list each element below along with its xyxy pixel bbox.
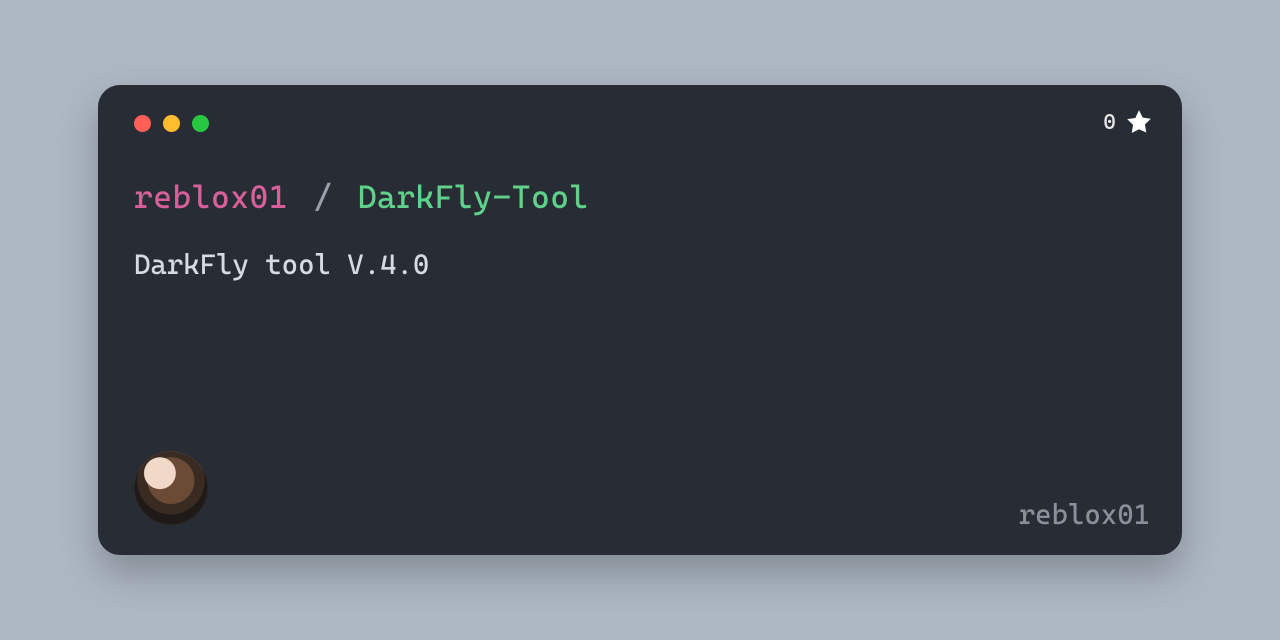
repo-description: DarkFly tool V.4.0 [134, 248, 1146, 281]
repo-owner[interactable]: reblox01 [134, 178, 288, 216]
footer-username: reblox01 [1019, 498, 1150, 531]
star-count: 0 [1103, 110, 1116, 135]
repo-card: 0 reblox01 / DarkFly-Tool DarkFly tool V… [98, 85, 1182, 555]
repo-title: reblox01 / DarkFly-Tool [134, 178, 1146, 216]
zoom-dot[interactable] [192, 115, 209, 132]
avatar[interactable] [134, 451, 208, 525]
minimize-dot[interactable] [163, 115, 180, 132]
star-icon [1124, 107, 1154, 137]
repo-name[interactable]: DarkFly-Tool [358, 178, 589, 216]
star-count-area[interactable]: 0 [1103, 107, 1154, 137]
window-traffic-lights [134, 115, 1146, 132]
repo-separator: / [313, 178, 332, 216]
close-dot[interactable] [134, 115, 151, 132]
